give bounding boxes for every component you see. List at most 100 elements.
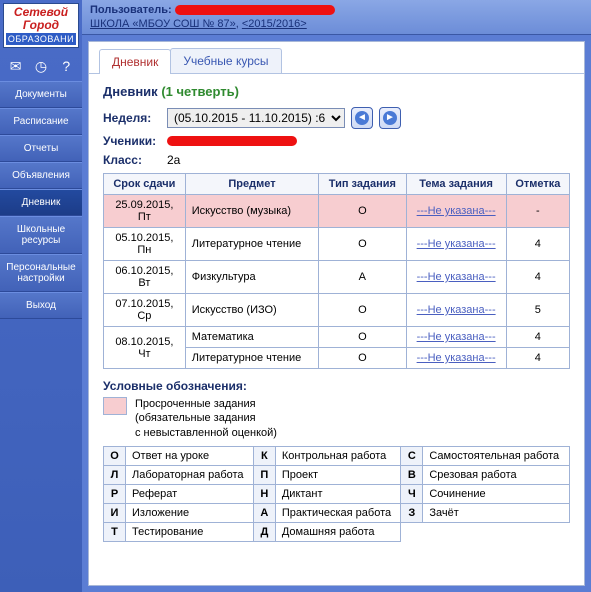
nav-item[interactable]: Персональные настройки	[0, 254, 82, 292]
cell-date: 06.10.2015,Вт	[104, 261, 186, 294]
mail-icon[interactable]: ✉	[6, 56, 26, 76]
redacted-student	[167, 136, 297, 146]
cell-topic: ---Не указана---	[406, 294, 506, 327]
legend-overdue-swatch	[103, 397, 127, 415]
topic-link[interactable]: ---Не указана---	[417, 205, 496, 217]
type-code: З	[401, 503, 423, 522]
cell-mark: 4	[506, 327, 569, 348]
week-select[interactable]: (05.10.2015 - 11.10.2015) :6	[167, 108, 345, 128]
topic-link[interactable]: ---Не указана---	[417, 238, 496, 250]
type-desc: Домашняя работа	[275, 522, 401, 541]
tab[interactable]: Учебные курсы	[170, 48, 281, 73]
type-code: Л	[104, 465, 126, 484]
type-code: С	[401, 446, 423, 465]
globe-icon[interactable]: ◷	[31, 56, 51, 76]
cell-topic: ---Не указана---	[406, 327, 506, 348]
user-label: Пользователь:	[90, 4, 172, 16]
cell-type: А	[319, 261, 406, 294]
cell-subject: Литературное чтение	[185, 348, 318, 369]
logo: Сетевой Город ОБРАЗОВАНИ	[3, 3, 79, 48]
topic-link[interactable]: ---Не указана---	[417, 304, 496, 316]
cell-date: 05.10.2015,Пн	[104, 228, 186, 261]
type-desc: Диктант	[275, 484, 401, 503]
school-link[interactable]: ШКОЛА «МБОУ СОШ № 87»	[90, 18, 236, 30]
icon-row: ✉ ◷ ?	[0, 51, 82, 81]
cell-type: О	[319, 348, 406, 369]
type-code: Д	[253, 522, 275, 541]
class-value: 2а	[167, 153, 180, 167]
cell-topic: ---Не указана---	[406, 348, 506, 369]
cell-topic: ---Не указана---	[406, 261, 506, 294]
next-week-button[interactable]: ►	[379, 107, 401, 129]
cell-subject: Математика	[185, 327, 318, 348]
cell-date: 08.10.2015,Чт	[104, 327, 186, 369]
page-title: Дневник (1 четверть)	[103, 84, 570, 99]
cell-subject: Физкультура	[185, 261, 318, 294]
type-desc: Срезовая работа	[423, 465, 570, 484]
type-desc: Практическая работа	[275, 503, 401, 522]
type-desc: Лабораторная работа	[126, 465, 254, 484]
cell-date: 25.09.2015,Пт	[104, 195, 186, 228]
type-code: Т	[104, 522, 126, 541]
sidebar: Сетевой Город ОБРАЗОВАНИ ✉ ◷ ? Документы…	[0, 0, 82, 592]
topic-link[interactable]: ---Не указана---	[417, 271, 496, 283]
table-row: 25.09.2015,ПтИскусство (музыка)О ---Не ук…	[104, 195, 570, 228]
cell-mark: 4	[506, 348, 569, 369]
nav-item[interactable]: Дневник	[0, 189, 82, 216]
col-subject: Предмет	[185, 174, 318, 195]
assignments-table: Срок сдачи Предмет Тип задания Тема зада…	[103, 173, 570, 369]
topic-link[interactable]: ---Не указана---	[417, 331, 496, 343]
type-code: К	[253, 446, 275, 465]
cell-mark: 4	[506, 228, 569, 261]
week-label: Неделя:	[103, 111, 161, 125]
redacted-user	[175, 5, 335, 15]
cell-type: О	[319, 195, 406, 228]
header-bar: Пользователь: ШКОЛА «МБОУ СОШ № 87», <20…	[82, 0, 591, 35]
cell-subject: Искусство (музыка)	[185, 195, 318, 228]
type-code: П	[253, 465, 275, 484]
type-code: В	[401, 465, 423, 484]
type-desc: Реферат	[126, 484, 254, 503]
nav-item[interactable]: Расписание	[0, 108, 82, 135]
students-label: Ученики:	[103, 134, 161, 148]
year-link[interactable]: <2015/2016>	[242, 18, 307, 30]
type-code: Ч	[401, 484, 423, 503]
type-desc: Зачёт	[423, 503, 570, 522]
type-desc: Сочинение	[423, 484, 570, 503]
col-type: Тип задания	[319, 174, 406, 195]
type-desc: Проект	[275, 465, 401, 484]
col-due: Срок сдачи	[104, 174, 186, 195]
main-panel: ДневникУчебные курсы Дневник (1 четверть…	[88, 41, 585, 586]
topic-link[interactable]: ---Не указана---	[417, 352, 496, 364]
nav-item[interactable]: Отчеты	[0, 135, 82, 162]
logo-sub: ОБРАЗОВАНИ	[6, 33, 76, 45]
legend-title: Условные обозначения:	[103, 379, 570, 393]
nav-item[interactable]: Документы	[0, 81, 82, 108]
class-label: Класс:	[103, 153, 161, 167]
logo-line2: Город	[6, 19, 76, 31]
prev-week-button[interactable]: ◄	[351, 107, 373, 129]
table-row: 07.10.2015,СрИскусство (ИЗО)О ---Не указа…	[104, 294, 570, 327]
nav-item[interactable]: Выход	[0, 292, 82, 319]
type-code: О	[104, 446, 126, 465]
cell-mark: 5	[506, 294, 569, 327]
cell-date: 07.10.2015,Ср	[104, 294, 186, 327]
col-mark: Отметка	[506, 174, 569, 195]
tab[interactable]: Дневник	[99, 49, 171, 74]
tabs-row: ДневникУчебные курсы	[89, 42, 584, 74]
cell-topic: ---Не указана---	[406, 228, 506, 261]
type-desc: Изложение	[126, 503, 254, 522]
col-topic: Тема задания	[406, 174, 506, 195]
cell-type: О	[319, 294, 406, 327]
cell-subject: Искусство (ИЗО)	[185, 294, 318, 327]
cell-mark: 4	[506, 261, 569, 294]
nav-item[interactable]: Школьные ресурсы	[0, 216, 82, 254]
cell-type: О	[319, 327, 406, 348]
type-code: А	[253, 503, 275, 522]
nav-item[interactable]: Объявления	[0, 162, 82, 189]
table-row: 05.10.2015,ПнЛитературное чтениеО---Не у…	[104, 228, 570, 261]
logo-line1: Сетевой	[6, 6, 76, 18]
help-icon[interactable]: ?	[56, 56, 76, 76]
type-desc: Тестирование	[126, 522, 254, 541]
type-code: Н	[253, 484, 275, 503]
